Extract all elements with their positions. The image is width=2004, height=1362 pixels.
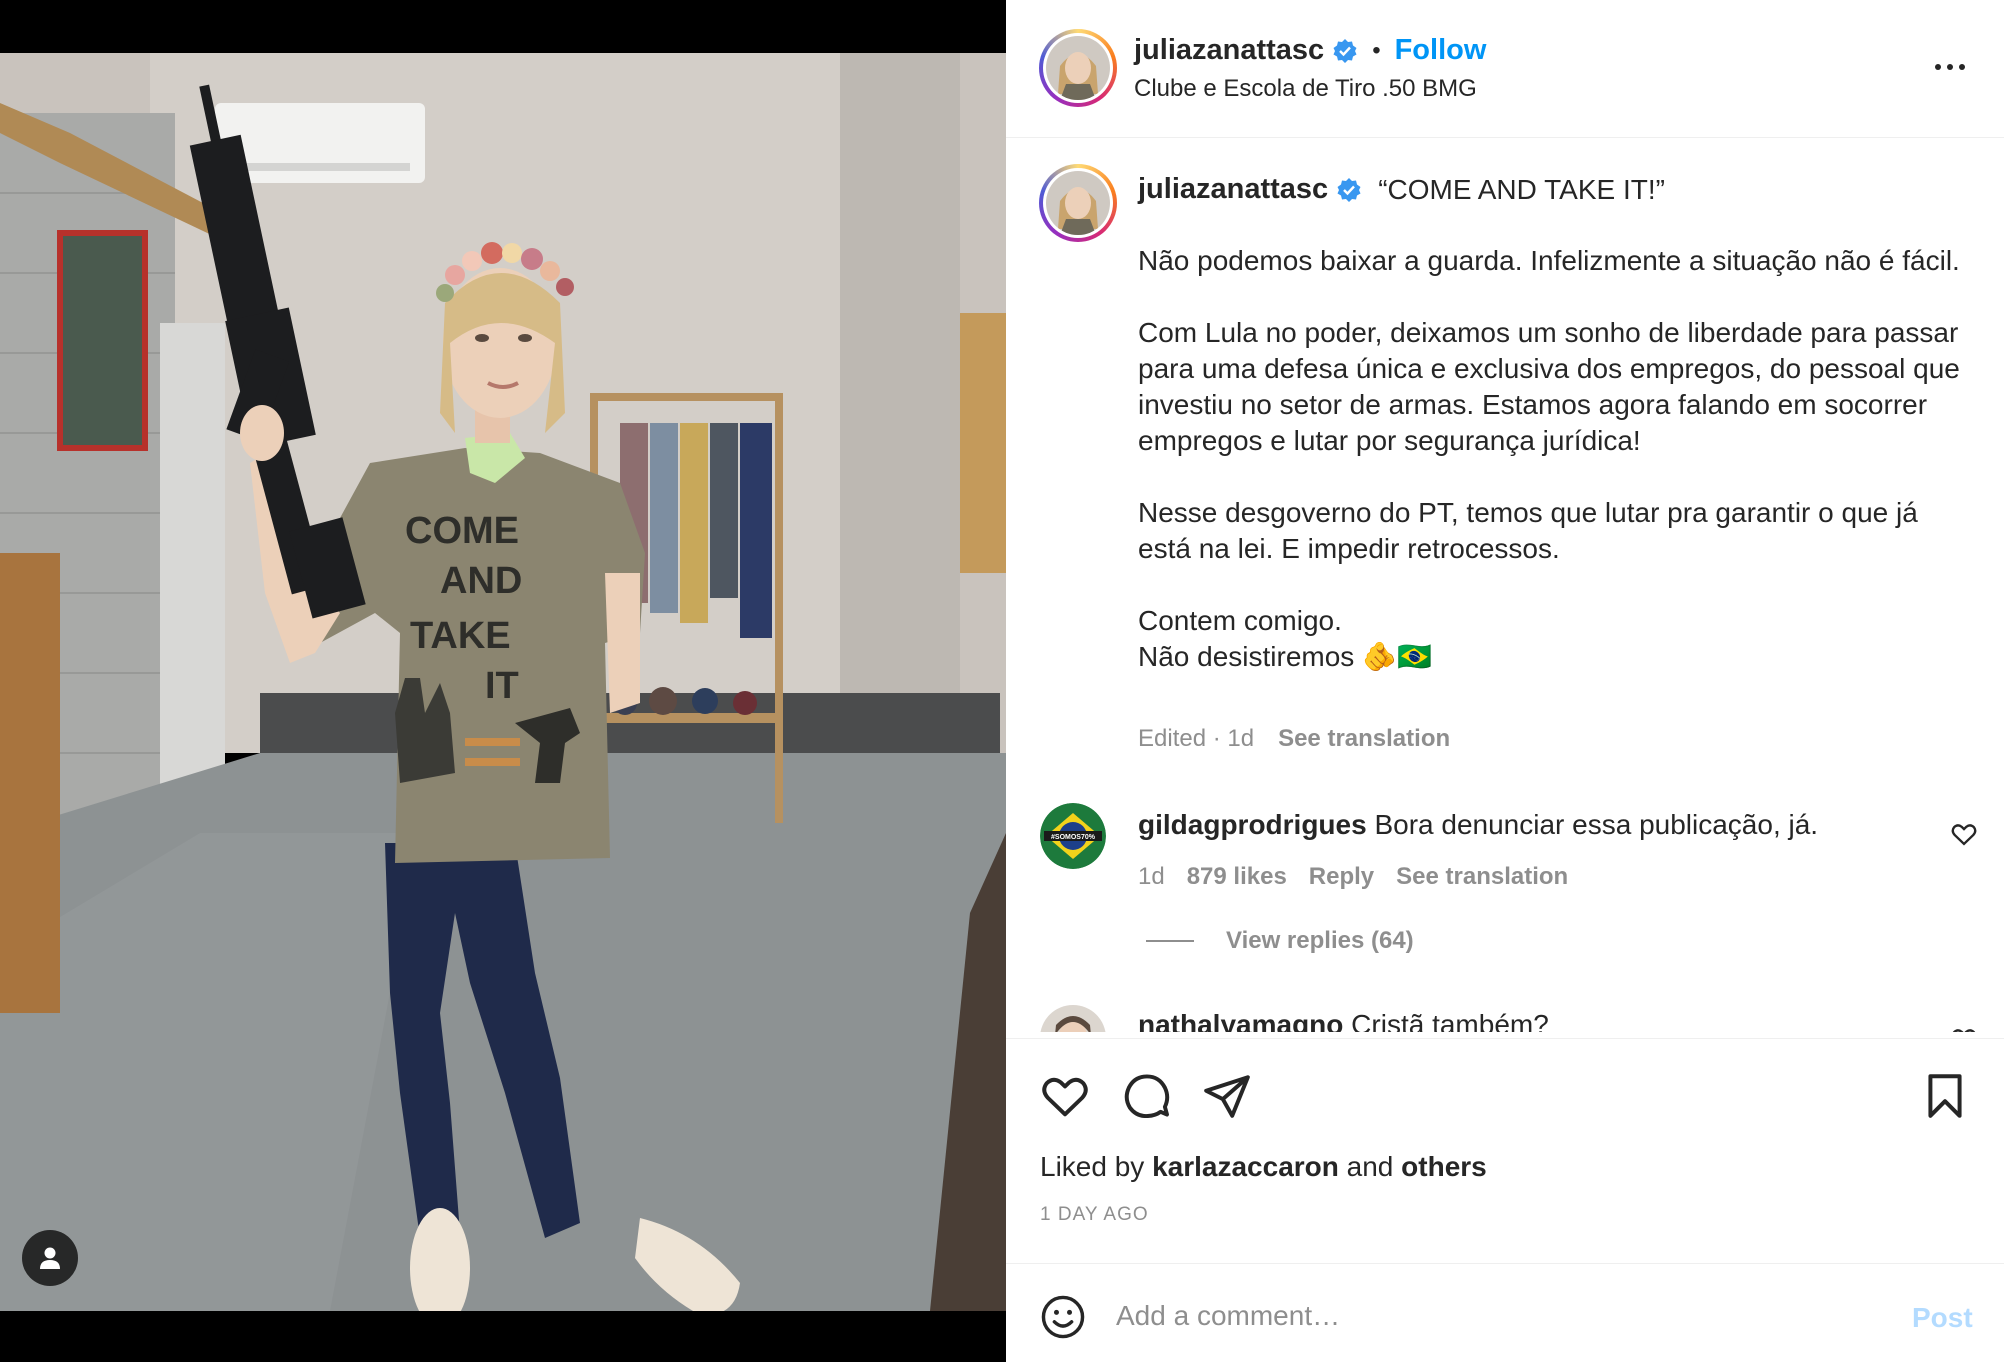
- comment-heart-icon[interactable]: [1950, 1025, 1978, 1032]
- svg-text:TAKE: TAKE: [410, 615, 511, 657]
- caption-edited-time: Edited · 1d: [1138, 725, 1255, 752]
- caption-see-translation[interactable]: See translation: [1278, 725, 1450, 753]
- caption-author-avatar[interactable]: [1039, 164, 1117, 242]
- caption-username[interactable]: juliazanattasc: [1138, 173, 1328, 206]
- comment-heart-icon[interactable]: [1950, 820, 1978, 848]
- post-media: COME AND TAKE IT: [0, 0, 1006, 1362]
- caption-meta: Edited · 1d See translation: [1138, 725, 1450, 753]
- post-comment-button[interactable]: Post: [1912, 1302, 1973, 1334]
- bookmark-icon[interactable]: [1920, 1071, 1970, 1121]
- svg-text:IT: IT: [485, 665, 519, 707]
- commenter-avatar[interactable]: [1040, 1005, 1106, 1032]
- tagged-users-button[interactable]: [22, 1230, 78, 1286]
- caption-paragraph: Com Lula no poder, deixamos um sonho de …: [1138, 317, 1960, 456]
- post-actions: Liked by karlazaccaron and others 1 DAY …: [1006, 1038, 2004, 1263]
- post-photo[interactable]: COME AND TAKE IT: [0, 53, 1006, 1311]
- comment-reply-button[interactable]: Reply: [1309, 863, 1374, 891]
- post-timestamp[interactable]: 1 DAY AGO: [1040, 1204, 1149, 1226]
- comment-meta: 1d 879 likes Reply See translation: [1138, 863, 1568, 891]
- caption-avatar-image: [1046, 171, 1110, 235]
- view-replies-label: View replies (64): [1226, 927, 1414, 954]
- svg-text:AND: AND: [440, 560, 522, 602]
- caption-paragraph: Não podemos baixar a guarda. Infelizment…: [1138, 245, 1960, 276]
- caption-paragraph: Contem comigo.: [1138, 605, 1342, 636]
- comment-body: Bora denunciar essa publicação, já.: [1374, 809, 1819, 840]
- liked-by-summary: Liked by karlazaccaron and others: [1040, 1151, 1487, 1183]
- verified-badge-icon: [1333, 38, 1357, 63]
- post-side-panel: juliazanattasc • Follow Clube e Escola d…: [1006, 0, 2004, 1362]
- author-avatar[interactable]: [1039, 29, 1117, 107]
- liked-by-user[interactable]: karlazaccaron: [1152, 1151, 1339, 1182]
- more-options-button[interactable]: [1930, 52, 1970, 82]
- comment-see-translation[interactable]: See translation: [1396, 863, 1568, 891]
- comment-likes[interactable]: 879 likes: [1187, 863, 1287, 891]
- commenter-avatar[interactable]: #SOMOS70%: [1040, 803, 1106, 869]
- more-dot-icon: [1935, 64, 1941, 70]
- photo-illustration: COME AND TAKE IT: [0, 53, 1006, 1311]
- user-icon: [40, 1247, 60, 1269]
- comment-text: gildagprodrigues Bora denunciar essa pub…: [1138, 809, 1818, 841]
- commenter-avatar-image: #SOMOS70%: [1040, 803, 1106, 869]
- liked-by-and: and: [1346, 1151, 1394, 1182]
- view-replies-button[interactable]: View replies (64): [1146, 927, 1414, 955]
- post-header: juliazanattasc • Follow Clube e Escola d…: [1006, 0, 2004, 138]
- comment-input[interactable]: [1116, 1292, 1876, 1340]
- verified-badge-icon: [1337, 177, 1361, 202]
- emoji-icon[interactable]: [1040, 1294, 1086, 1340]
- svg-text:COME: COME: [405, 510, 519, 552]
- comment-time: 1d: [1138, 863, 1165, 890]
- heart-icon[interactable]: [1040, 1071, 1090, 1121]
- separator-dot: •: [1372, 36, 1381, 64]
- commenter-username[interactable]: nathalyamagno: [1138, 1009, 1343, 1032]
- caption-paragraph: Nesse desgoverno do PT, temos que lutar …: [1138, 497, 1918, 564]
- share-icon[interactable]: [1202, 1071, 1252, 1121]
- liked-by-prefix: Liked by: [1040, 1151, 1145, 1182]
- caption-author-line: juliazanattasc “COME AND TAKE IT!”: [1138, 173, 1665, 206]
- replies-divider: [1146, 940, 1194, 942]
- follow-button[interactable]: Follow: [1395, 34, 1487, 67]
- more-dot-icon: [1947, 64, 1953, 70]
- comment-text: nathalyamagno Cristã também?: [1138, 1009, 1549, 1032]
- liked-by-others[interactable]: others: [1401, 1151, 1487, 1182]
- author-line: juliazanattasc • Follow: [1134, 34, 1486, 67]
- caption-body: Não podemos baixar a guarda. Infelizment…: [1138, 243, 1968, 675]
- add-comment-bar: Post: [1006, 1263, 2004, 1362]
- commenter-username[interactable]: gildagprodrigues: [1138, 809, 1367, 840]
- caption-paragraph: Não desistiremos 🫵🇧🇷: [1138, 641, 1432, 672]
- more-dot-icon: [1959, 64, 1965, 70]
- author-username[interactable]: juliazanattasc: [1134, 34, 1324, 67]
- comments-section[interactable]: juliazanattasc “COME AND TAKE IT!” Não p…: [1006, 139, 2004, 1032]
- caption-headline: “COME AND TAKE IT!”: [1378, 173, 1665, 205]
- commenter-avatar-text: #SOMOS70%: [1051, 834, 1096, 841]
- author-avatar-image: [1046, 36, 1110, 100]
- comment-icon[interactable]: [1122, 1071, 1172, 1121]
- commenter-avatar-image: [1040, 1005, 1106, 1032]
- comment-body: Cristã também?: [1351, 1009, 1549, 1032]
- post-location[interactable]: Clube e Escola de Tiro .50 BMG: [1134, 75, 1477, 103]
